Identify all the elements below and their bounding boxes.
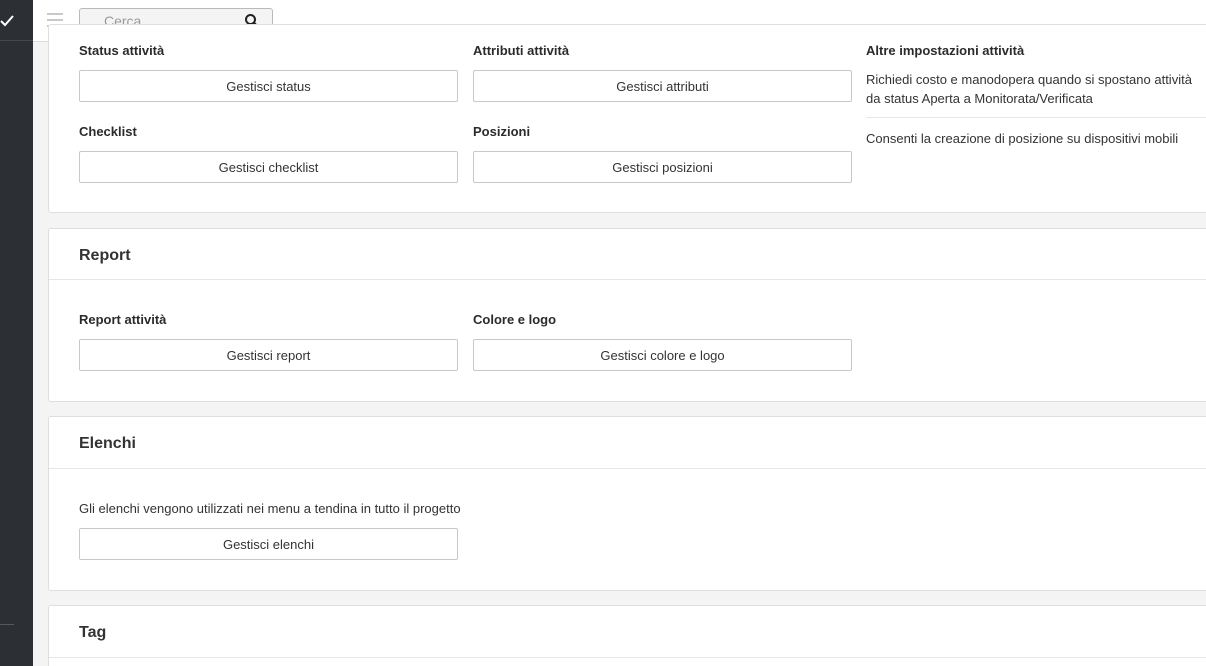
sidebar-divider	[0, 624, 14, 625]
positions-label: Posizioni	[473, 124, 531, 139]
card-divider	[49, 279, 1206, 280]
other-settings-label: Altre impostazioni attività	[866, 43, 1025, 58]
sidebar	[0, 0, 33, 666]
report-activities-label: Report attività	[79, 312, 167, 327]
report-card: Report Report attività Gestisci report C…	[48, 228, 1206, 402]
card-divider	[49, 468, 1206, 469]
lists-title: Elenchi	[79, 435, 136, 452]
settings-divider	[866, 117, 1206, 118]
lists-card: Elenchi Gli elenchi vengono utilizzati n…	[48, 416, 1206, 591]
manage-report-button[interactable]: Gestisci report	[79, 339, 458, 371]
tags-title: Tag	[79, 624, 107, 641]
manage-attributes-button[interactable]: Gestisci attributi	[473, 70, 852, 102]
manage-status-button[interactable]: Gestisci status	[79, 70, 458, 102]
tags-card: Tag	[48, 605, 1206, 666]
color-logo-label: Colore e logo	[473, 312, 557, 327]
manage-color-logo-button[interactable]: Gestisci colore e logo	[473, 339, 852, 371]
cost-labor-setting[interactable]: Richiedi costo e manodopera quando si sp…	[866, 70, 1206, 108]
manage-lists-button[interactable]: Gestisci elenchi	[79, 528, 458, 560]
status-label: Status attività	[79, 43, 165, 58]
manage-checklist-button[interactable]: Gestisci checklist	[79, 151, 458, 183]
sidebar-divider	[0, 40, 33, 41]
activities-settings-card: Status attività Gestisci status Attribut…	[48, 24, 1206, 213]
checklist-label: Checklist	[79, 124, 137, 139]
manage-positions-button[interactable]: Gestisci posizioni	[473, 151, 852, 183]
attributes-label: Attributi attività	[473, 43, 570, 58]
report-title: Report	[79, 247, 131, 264]
mobile-position-setting[interactable]: Consenti la creazione di posizione su di…	[866, 129, 1206, 148]
card-divider	[49, 657, 1206, 658]
lists-description: Gli elenchi vengono utilizzati nei menu …	[79, 501, 461, 516]
checkmark-icon[interactable]	[0, 13, 16, 29]
